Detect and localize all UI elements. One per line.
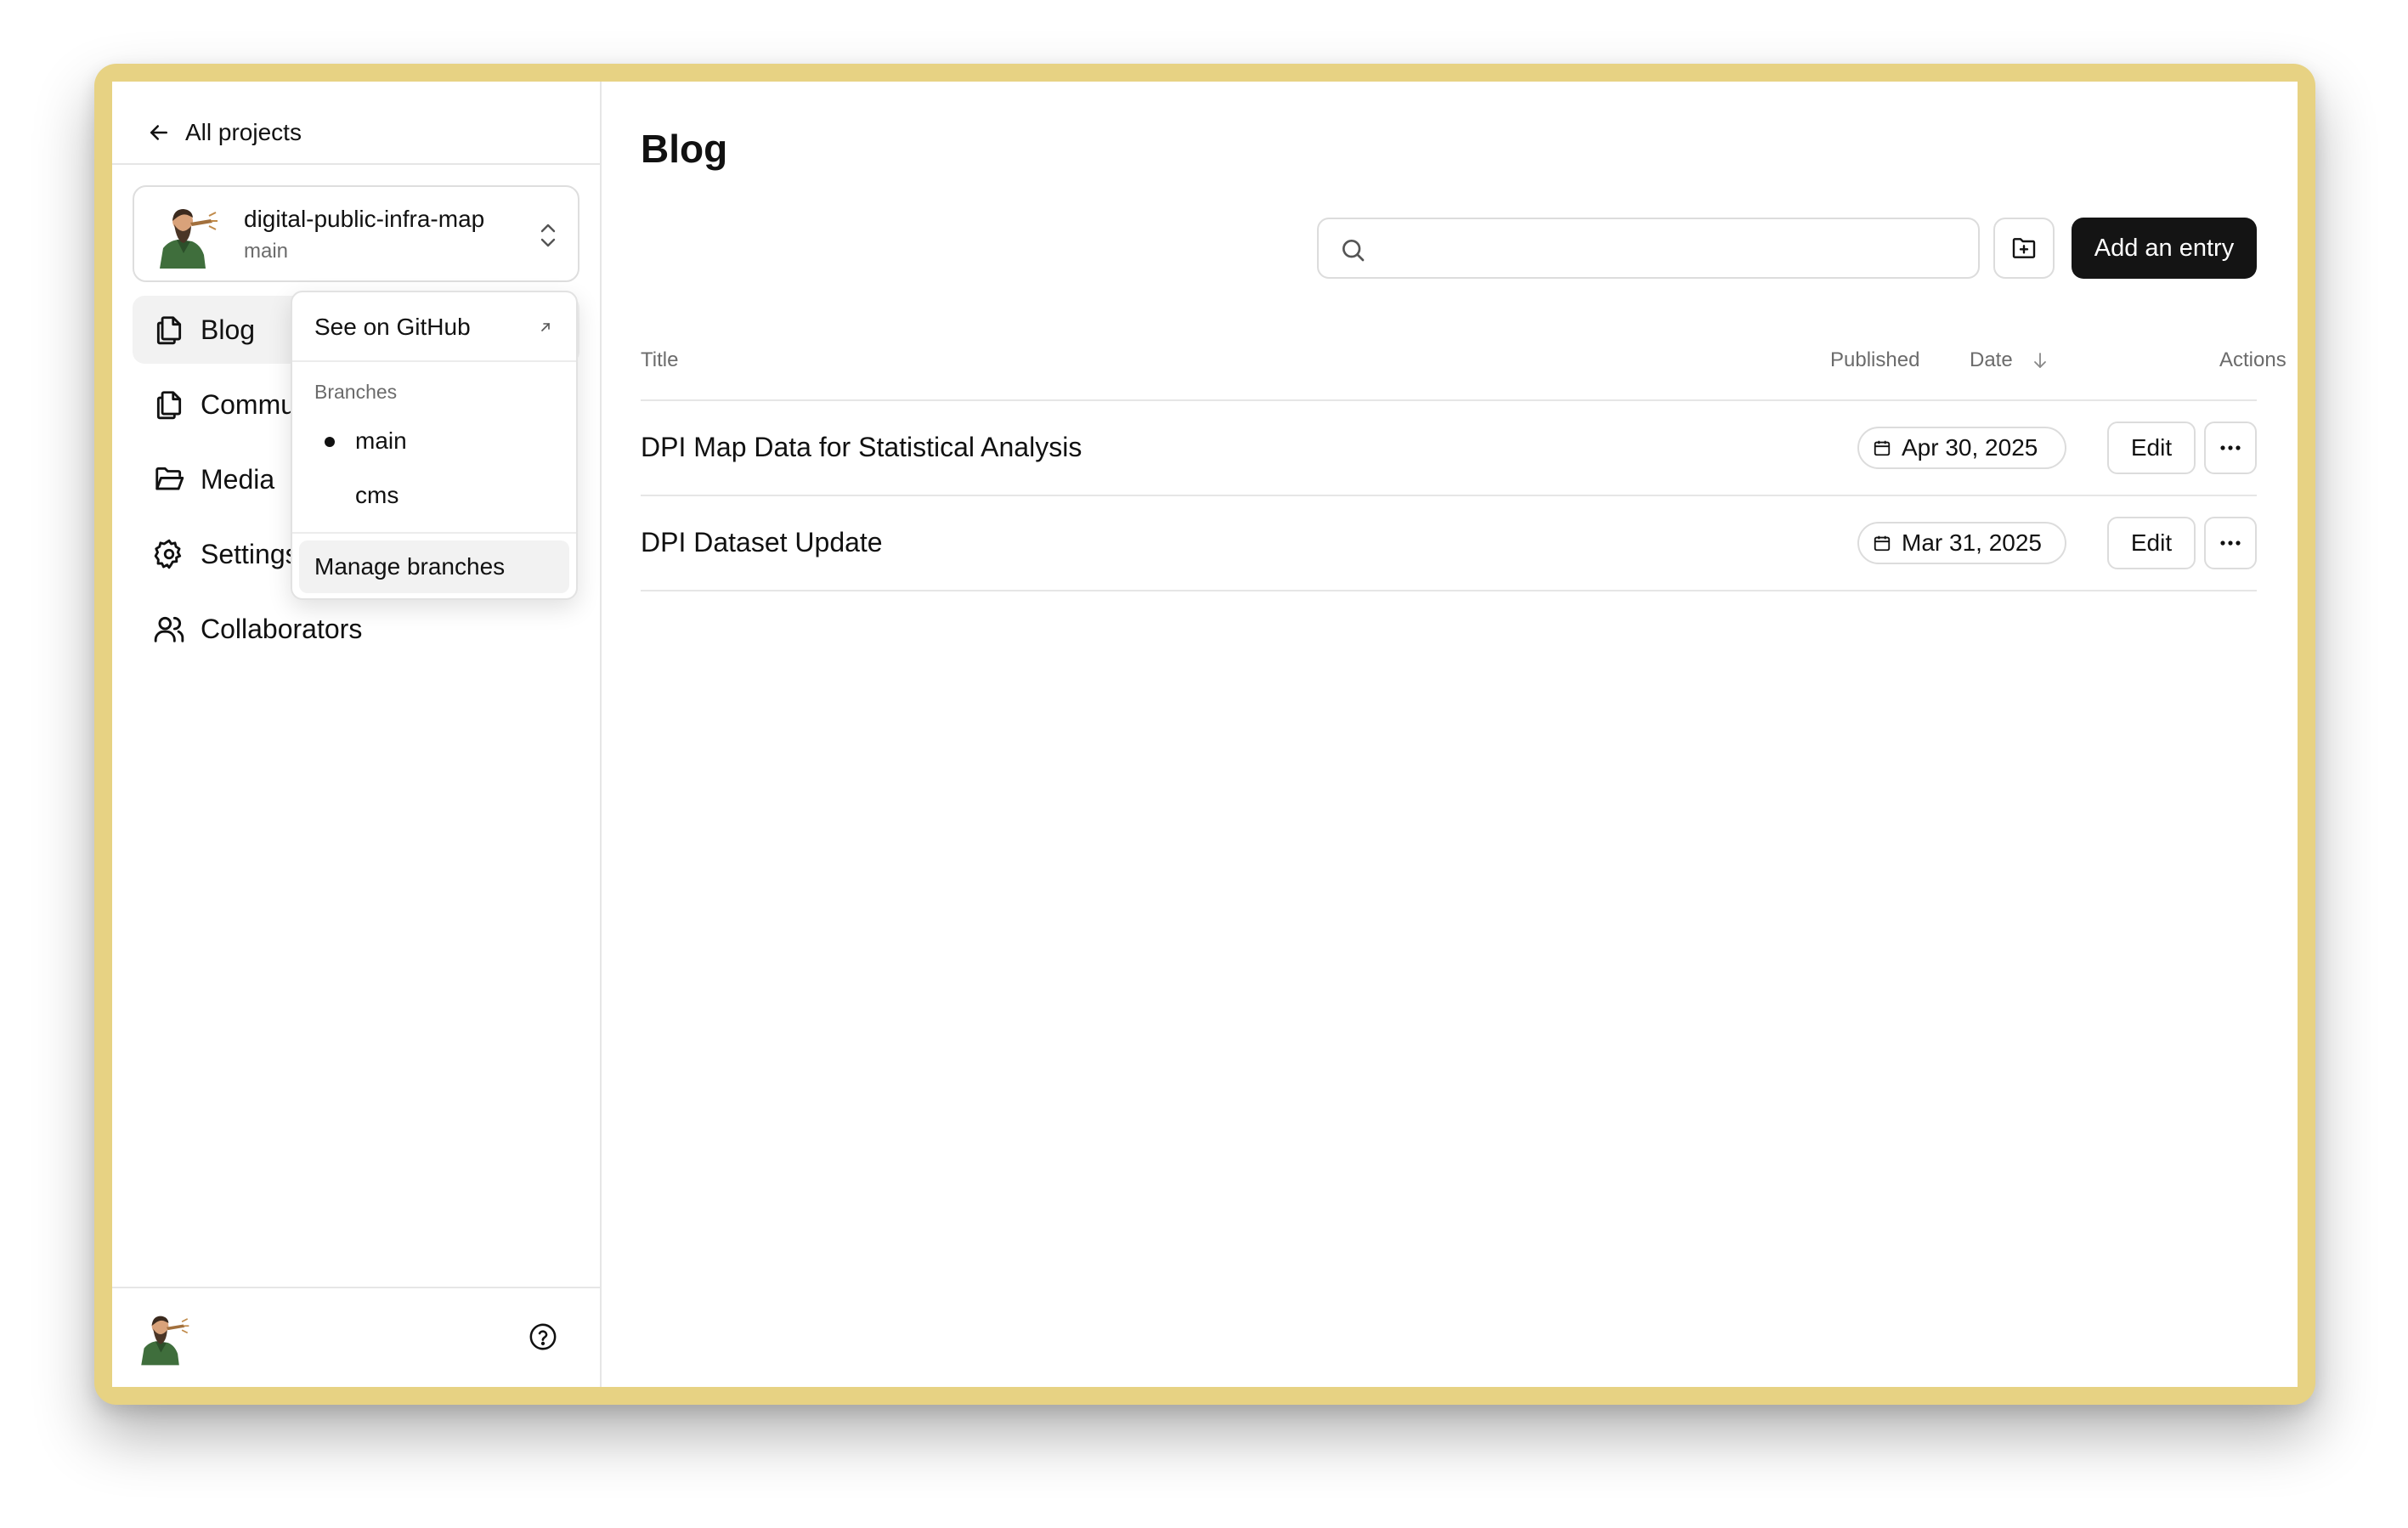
branches-heading: Branches [314,381,398,403]
page-title: Blog [641,127,728,171]
column-header-date-label: Date [1970,348,2013,371]
search-field[interactable] [1317,218,1980,279]
project-avatar [160,209,218,269]
project-branch: main [244,240,289,263]
search-icon [1342,240,1365,262]
divider [641,590,2257,591]
users-icon [154,616,184,642]
more-actions-button[interactable] [2204,422,2257,474]
manage-branches-item[interactable]: Manage branches [299,540,569,593]
copy-icon [156,316,182,345]
add-entry-button[interactable]: Add an entry [2072,218,2257,279]
entry-title[interactable]: DPI Map Data for Statistical Analysis [641,432,1082,463]
branch-item-cms[interactable]: cms [299,471,569,520]
all-projects-link[interactable]: All projects [146,107,302,158]
project-switcher[interactable]: digital-public-infra-map main [133,185,579,282]
date-badge: Apr 30, 2025 [1857,427,2066,469]
edit-button[interactable]: Edit [2107,422,2196,474]
sidebar-item-label: Settings [201,538,299,569]
sidebar-item-label: Collaborators [201,613,363,644]
divider [292,360,576,362]
edit-button[interactable]: Edit [2107,517,2196,569]
date-label: Apr 30, 2025 [1902,434,2038,461]
external-link-icon [541,323,550,331]
project-name: digital-public-infra-map [244,206,485,232]
arrow-down-icon [2033,353,2046,368]
more-horizontal-icon [2220,445,2241,450]
new-folder-button[interactable] [1993,218,2055,279]
search-input[interactable] [1378,226,1964,272]
folder-open-icon [155,467,184,490]
folder-plus-icon [2012,238,2036,258]
arrow-left-icon [150,125,167,140]
column-header-published: Published [1830,348,1920,371]
sidebar: All projects digital-public-infra-map ma… [112,82,602,1387]
divider [112,1287,602,1288]
chevron-up-down-icon [540,224,556,247]
branch-item-main[interactable]: main [299,416,569,466]
more-horizontal-icon [2220,540,2241,546]
sidebar-item-label: Blog [201,314,256,345]
selected-dot-icon [325,437,335,447]
divider [641,399,2257,401]
sidebar-item-collaborators[interactable]: Collaborators [133,595,579,663]
column-header-date[interactable]: Date [1970,348,2050,372]
divider [292,532,576,534]
divider [112,163,602,165]
column-header-title: Title [641,348,679,371]
divider [641,495,2257,496]
entry-title[interactable]: DPI Dataset Update [641,527,883,558]
user-avatar[interactable] [134,1310,190,1367]
see-on-github-item[interactable]: See on GitHub [299,303,569,352]
column-header-actions: Actions [2219,348,2286,371]
sidebar-item-label: Media [201,463,275,495]
help-icon[interactable] [529,1322,557,1351]
branch-dropdown: See on GitHub Branches main cms Manage b… [291,291,578,600]
copy-icon [156,391,182,420]
branch-label: main [355,427,407,454]
gear-icon [154,539,182,569]
date-badge: Mar 31, 2025 [1857,522,2066,564]
see-on-github-label: See on GitHub [314,314,471,340]
manage-branches-label: Manage branches [314,553,506,580]
app-window: All projects digital-public-infra-map ma… [112,82,2298,1387]
calendar-icon [1874,440,1891,456]
branch-label: cms [355,482,399,508]
more-actions-button[interactable] [2204,517,2257,569]
date-label: Mar 31, 2025 [1902,529,2042,556]
all-projects-label: All projects [185,119,302,145]
calendar-icon [1874,535,1891,552]
